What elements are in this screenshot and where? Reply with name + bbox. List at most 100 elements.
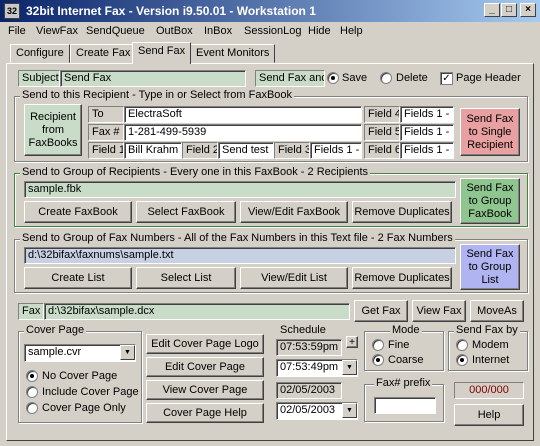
menu-sessionlog[interactable]: SessionLog [244, 25, 302, 37]
include-cover-page-label: Include Cover Page [42, 386, 139, 398]
group-recipients-legend: Send to Group of Recipients - Every one … [20, 166, 371, 178]
window-title: 32bit Internet Fax - Version i9.50.01 - … [26, 4, 316, 18]
field5-input[interactable]: Fields 1 - [400, 124, 454, 141]
remove-duplicates-list-button[interactable]: Remove Duplicates [352, 267, 452, 289]
field4-input[interactable]: Fields 1 - [400, 106, 454, 123]
cover-page-select[interactable]: sample.cvr ▼ [24, 344, 136, 362]
no-cover-page-label: No Cover Page [42, 370, 118, 382]
delete-radio[interactable] [380, 72, 392, 84]
view-fax-button[interactable]: View Fax [412, 300, 466, 322]
field1-input[interactable]: Bill Krahm [124, 142, 182, 159]
delete-label: Delete [396, 72, 428, 84]
fax-prefix-input[interactable] [374, 397, 436, 414]
no-cover-page-radio[interactable] [26, 370, 38, 382]
cover-page-legend: Cover Page [24, 324, 87, 336]
fax-number-label: Fax # [88, 124, 124, 141]
menu-sendqueue[interactable]: SendQueue [86, 25, 145, 37]
field4-label: Field 4 [364, 106, 400, 123]
include-cover-page-radio[interactable] [26, 386, 38, 398]
field3-input[interactable]: Fields 1 - [310, 142, 362, 159]
fax-counter: 000/000 [454, 382, 524, 399]
create-list-button[interactable]: Create List [24, 267, 132, 289]
send-by-legend: Send Fax by [454, 324, 520, 336]
cover-page-selected: sample.cvr [28, 346, 82, 358]
coarse-radio[interactable] [372, 354, 384, 366]
recipient-from-faxbooks-button[interactable]: Recipient from FaxBooks [24, 104, 82, 156]
send-fax-and-label: Send Fax and [255, 70, 325, 87]
coarse-label: Coarse [388, 354, 424, 366]
fax-number-input[interactable]: 1-281-499-5939 [124, 124, 362, 141]
edit-cover-page-logo-button[interactable]: Edit Cover Page Logo [146, 334, 264, 354]
view-cover-page-button[interactable]: View Cover Page [146, 380, 264, 400]
tab-event-monitors[interactable]: Event Monitors [190, 44, 276, 63]
cover-page-only-label: Cover Page Only [42, 402, 126, 414]
menu-file[interactable]: File [8, 25, 26, 37]
subject-label: Subject [18, 70, 60, 87]
schedule-plus-button[interactable]: + [346, 336, 358, 348]
fax-numbers-file-input[interactable]: d:\32bifax\faxnums\sample.txt [24, 247, 456, 264]
schedule-legend: Schedule [278, 324, 328, 336]
save-label: Save [342, 72, 368, 84]
to-input[interactable]: ElectraSoft [124, 106, 362, 123]
field2-input[interactable]: Send test [218, 142, 274, 159]
edit-cover-page-button[interactable]: Edit Cover Page [146, 357, 264, 377]
fine-label: Fine [388, 339, 410, 351]
send-single-recipient-button[interactable]: Send Fax to Single Recipient [460, 108, 520, 156]
mode-legend: Mode [390, 324, 422, 336]
internet-label: Internet [472, 354, 510, 366]
field6-label: Field 6 [364, 142, 400, 159]
schedule-date-display: 02/05/2003 [276, 382, 342, 399]
tab-configure[interactable]: Configure [10, 44, 70, 63]
move-as-button[interactable]: MoveAs [470, 300, 524, 322]
modem-radio[interactable] [456, 339, 468, 351]
send-group-faxbook-button[interactable]: Send Fax to Group FaxBook [460, 178, 520, 224]
field5-label: Field 5 [364, 124, 400, 141]
schedule-time-display: 07:53:59pm [276, 339, 342, 356]
view-edit-faxbook-button[interactable]: View/Edit FaxBook [240, 201, 348, 223]
schedule-time-select[interactable]: 07:53:49pm ▼ [276, 359, 358, 377]
schedule-date-value: 02/05/2003 [280, 404, 336, 416]
send-group-list-button[interactable]: Send Fax to Group List [460, 244, 520, 290]
minimize-button[interactable]: _ [484, 3, 500, 17]
fine-radio[interactable] [372, 339, 384, 351]
tab-create-fax[interactable]: Create Fax [70, 44, 137, 63]
chevron-down-icon[interactable]: ▼ [342, 403, 357, 418]
select-list-button[interactable]: Select List [136, 267, 236, 289]
tab-send-fax[interactable]: Send Fax [132, 42, 192, 64]
fax-prefix-legend: Fax# prefix [374, 377, 433, 389]
menu-bar: File ViewFax SendQueue OutBox InBox Sess… [0, 22, 540, 41]
maximize-button[interactable]: □ [501, 3, 517, 17]
page-header-checkbox[interactable]: ✓ [440, 72, 453, 85]
group-numbers-legend: Send to Group of Fax Numbers - All of th… [20, 232, 455, 244]
menu-inbox[interactable]: InBox [204, 25, 232, 37]
view-edit-list-button[interactable]: View/Edit List [240, 267, 348, 289]
field1-label: Field 1 [88, 142, 124, 159]
recipient-legend: Send to this Recipient - Type in or Sele… [20, 89, 295, 101]
chevron-down-icon[interactable]: ▼ [342, 360, 357, 375]
menu-hide[interactable]: Hide [308, 25, 331, 37]
title-bar: 32 32bit Internet Fax - Version i9.50.01… [0, 0, 540, 22]
get-fax-button[interactable]: Get Fax [354, 300, 408, 322]
fax-file-input[interactable]: d:\32bifax\sample.dcx [44, 303, 350, 320]
help-button[interactable]: Help [454, 404, 524, 426]
menu-viewfax[interactable]: ViewFax [36, 25, 78, 37]
cover-page-only-radio[interactable] [26, 402, 38, 414]
internet-radio[interactable] [456, 354, 468, 366]
save-radio[interactable] [327, 72, 339, 84]
create-faxbook-button[interactable]: Create FaxBook [24, 201, 132, 223]
fax-file-label: Fax [18, 303, 44, 320]
chevron-down-icon[interactable]: ▼ [120, 345, 135, 360]
subject-input[interactable]: Send Fax [60, 70, 246, 87]
menu-outbox[interactable]: OutBox [156, 25, 193, 37]
schedule-date-select[interactable]: 02/05/2003 ▼ [276, 402, 358, 420]
faxbook-file-input[interactable]: sample.fbk [24, 181, 456, 198]
cover-page-help-button[interactable]: Cover Page Help [146, 403, 264, 423]
field6-input[interactable]: Fields 1 - [400, 142, 454, 159]
select-faxbook-button[interactable]: Select FaxBook [136, 201, 236, 223]
remove-duplicates-faxbook-button[interactable]: Remove Duplicates [352, 201, 452, 223]
to-label: To [88, 106, 124, 123]
close-button[interactable]: × [520, 3, 536, 17]
field3-label: Field 3 [274, 142, 310, 159]
menu-help[interactable]: Help [340, 25, 363, 37]
modem-label: Modem [472, 339, 509, 351]
